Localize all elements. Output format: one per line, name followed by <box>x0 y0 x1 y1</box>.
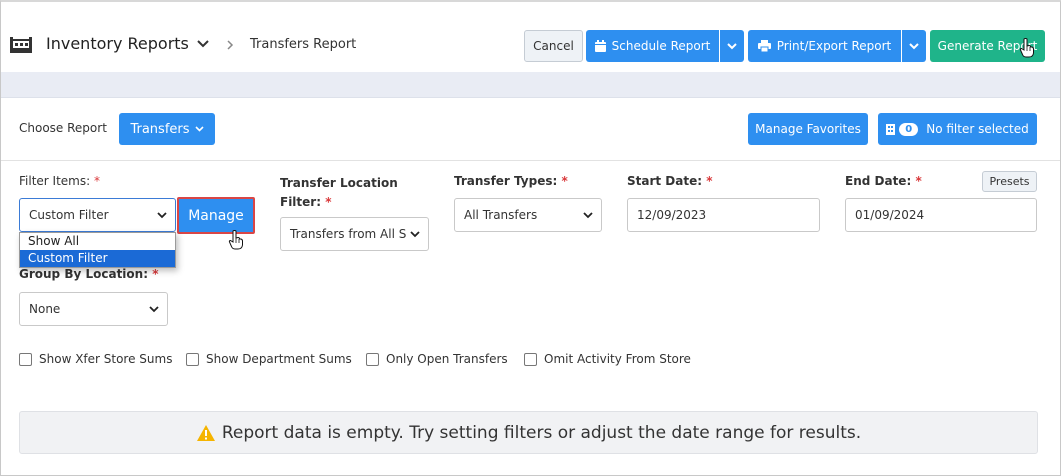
cancel-button[interactable]: Cancel <box>524 30 583 62</box>
transfer-types-label: Transfer Types: * <box>454 174 568 188</box>
calendar-icon <box>594 40 606 52</box>
hand-cursor-icon <box>228 230 243 250</box>
report-type-dropdown[interactable]: Transfers <box>119 113 215 145</box>
end-date-input[interactable]: 01/09/2024 <box>845 198 1037 232</box>
page-title: Inventory Reports <box>46 34 189 53</box>
chevron-down-icon <box>149 306 159 313</box>
printer-icon <box>757 40 771 52</box>
show-xfer-store-sums-checkbox[interactable]: Show Xfer Store Sums <box>19 352 172 366</box>
report-type-label: Transfers <box>130 121 190 137</box>
choose-report-label: Choose Report <box>19 121 107 135</box>
filter-items-select[interactable]: Custom Filter <box>19 198 176 232</box>
empty-report-text: Report data is empty. Try setting filter… <box>221 422 862 443</box>
start-date-input[interactable]: 12/09/2023 <box>627 198 820 232</box>
group-by-location-label: Group By Location: * <box>19 267 159 281</box>
option-show-all[interactable]: Show All <box>20 233 175 250</box>
transfer-location-select[interactable]: Transfers from All S <box>280 217 429 251</box>
filter-items-options: Show All Custom Filter <box>19 232 176 268</box>
filter-status-label: No filter selected <box>926 122 1029 136</box>
empty-report-message: Report data is empty. Try setting filter… <box>19 411 1038 454</box>
filter-status-button[interactable]: 0 No filter selected <box>878 113 1037 145</box>
schedule-report-button[interactable]: Schedule Report <box>586 30 719 62</box>
omit-activity-from-store-checkbox[interactable]: Omit Activity From Store <box>524 352 691 366</box>
transfer-types-select[interactable]: All Transfers <box>454 198 602 232</box>
group-by-location-select[interactable]: None <box>19 292 168 326</box>
show-department-sums-checkbox[interactable]: Show Department Sums <box>186 352 352 366</box>
hand-cursor-icon <box>1019 38 1034 58</box>
schedule-report-label: Schedule Report <box>611 39 711 53</box>
filter-items-label: Filter Items: * <box>19 174 100 188</box>
end-date-label: End Date: * <box>845 174 922 188</box>
filter-count-badge: 0 <box>899 122 919 136</box>
transfer-location-label: Transfer Location Filter: * <box>280 176 398 209</box>
chevron-down-icon <box>194 126 204 132</box>
chevron-down-icon <box>410 231 420 238</box>
option-custom-filter[interactable]: Custom Filter <box>20 250 175 267</box>
checkbox-box[interactable] <box>524 352 537 366</box>
print-export-label: Print/Export Report <box>776 39 892 53</box>
checkbox-box[interactable] <box>366 352 379 366</box>
presets-button[interactable]: Presets <box>982 171 1037 192</box>
manage-filter-button[interactable]: Manage <box>177 197 255 234</box>
chevron-down-icon <box>157 212 167 219</box>
print-export-dropdown[interactable] <box>902 30 926 62</box>
schedule-report-dropdown[interactable] <box>720 30 744 62</box>
only-open-transfers-checkbox[interactable]: Only Open Transfers <box>366 352 508 366</box>
report-window: Inventory Reports Transfers Report Cance… <box>0 0 1061 476</box>
checkbox-box[interactable] <box>19 352 32 366</box>
print-export-button[interactable]: Print/Export Report <box>748 30 901 62</box>
warning-icon <box>196 424 215 441</box>
page-header: Inventory Reports Transfers Report Cance… <box>1 18 1060 72</box>
caret-down-icon <box>909 42 919 49</box>
section-divider <box>1 160 1060 161</box>
manage-favorites-button[interactable]: Manage Favorites <box>748 113 868 145</box>
chevron-down-icon <box>583 212 593 219</box>
chevron-right-icon <box>227 40 234 50</box>
checkbox-box[interactable] <box>186 352 199 366</box>
breadcrumb: Transfers Report <box>250 37 357 52</box>
header-band <box>1 72 1060 98</box>
store-icon <box>10 37 32 53</box>
filter-building-icon <box>886 123 896 135</box>
start-date-label: Start Date: * <box>627 174 713 188</box>
chevron-down-icon[interactable] <box>196 38 210 50</box>
caret-down-icon <box>727 42 737 49</box>
